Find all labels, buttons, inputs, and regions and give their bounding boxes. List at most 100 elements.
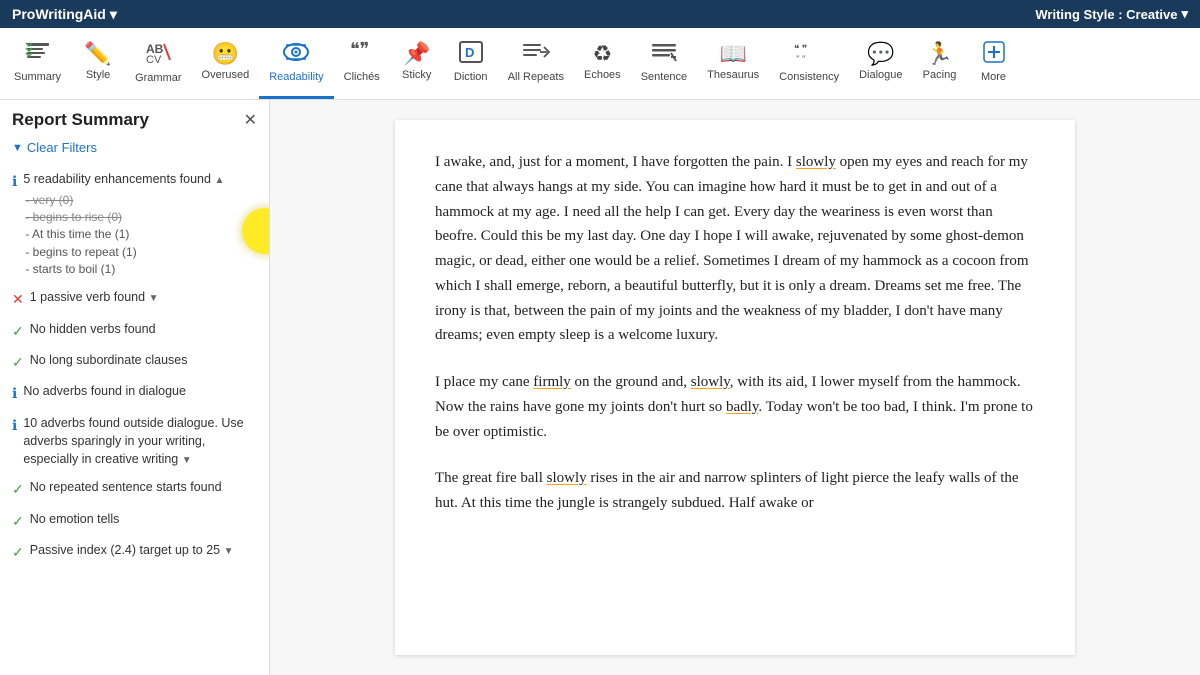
sticky-label: Sticky — [402, 69, 431, 81]
info-icon-adverbs-dialogue: ℹ — [12, 383, 17, 403]
sidebar-close-button[interactable]: ✕ — [244, 110, 257, 130]
subitem-begins-repeat: - begins to repeat (1) — [25, 244, 224, 261]
echoes-label: Echoes — [584, 69, 621, 81]
diction-label: Diction — [454, 71, 488, 83]
app-name-label: ProWritingAid — [12, 6, 106, 22]
error-icon-passive: ✕ — [12, 289, 24, 309]
toolbar-item-cliches[interactable]: ❝❞ Clichés — [334, 28, 390, 99]
readability-enhancements-subitems: - very (0) - begins to rise (0) - At thi… — [23, 192, 224, 279]
overused-label: Overused — [202, 69, 250, 81]
long-subordinate-text: No long subordinate clauses — [30, 351, 188, 369]
echoes-icon: ♻ — [592, 43, 612, 65]
toolbar-item-summary[interactable]: Summary — [4, 28, 71, 99]
main-area: Report Summary ✕ ▼ Clear Filters ℹ 5 rea… — [0, 100, 1200, 675]
sidebar-title: Report Summary — [12, 110, 149, 130]
passive-verb-dropdown[interactable]: ▼ — [149, 293, 159, 304]
report-item-passive-verb: ✕ 1 passive verb found ▼ — [0, 283, 269, 314]
toolbar-item-dialogue[interactable]: 💬 Dialogue — [849, 28, 912, 99]
subitem-at-this-time: - At this time the (1) — [25, 226, 224, 243]
more-label: More — [981, 71, 1006, 83]
thesaurus-icon: 📖 — [719, 43, 746, 65]
consistency-icon: ❝ ❞ " " — [794, 41, 824, 67]
paragraph-2: I place my cane firmly on the ground and… — [435, 370, 1035, 444]
toolbar-item-pacing[interactable]: 🏃 Pacing — [913, 28, 967, 99]
report-item-adverbs-outside: ℹ 10 adverbs found outside dialogue. Use… — [0, 409, 269, 474]
report-item-long-subordinate: ✓ No long subordinate clauses — [0, 346, 269, 377]
diction-icon: D — [458, 41, 484, 67]
toolbar-item-overused[interactable]: 😬 Overused — [192, 28, 260, 99]
toolbar: Summary ✏️ Style AB CV Grammar 😬 Overuse… — [0, 28, 1200, 100]
success-icon-subordinate: ✓ — [12, 352, 24, 372]
sentence-label: Sentence — [641, 71, 687, 83]
document-area[interactable]: I awake, and, just for a moment, I have … — [395, 120, 1075, 655]
pacing-icon: 🏃 — [926, 43, 953, 65]
toolbar-item-more[interactable]: More — [967, 28, 1021, 99]
toolbar-item-style[interactable]: ✏️ Style — [71, 28, 125, 99]
overused-icon: 😬 — [212, 43, 239, 65]
success-icon-passive-index: ✓ — [12, 542, 24, 562]
adverb-firmly: firmly — [533, 374, 571, 390]
style-label: Style — [86, 69, 110, 81]
more-icon — [983, 41, 1005, 67]
pacing-label: Pacing — [923, 69, 957, 81]
toolbar-item-echoes[interactable]: ♻ Echoes — [574, 28, 631, 99]
report-item-adverbs-dialogue: ℹ No adverbs found in dialogue — [0, 377, 269, 408]
writing-style-chevron: ▾ — [1181, 6, 1188, 22]
readability-enhancements-dropdown[interactable]: ▲ — [214, 175, 224, 186]
passive-index-dropdown[interactable]: ▼ — [224, 546, 234, 557]
toolbar-item-sticky[interactable]: 📌 Sticky — [390, 28, 444, 99]
adverb-slowly-3: slowly — [547, 470, 587, 486]
toolbar-item-diction[interactable]: D Diction — [444, 28, 498, 99]
content-area: I awake, and, just for a moment, I have … — [270, 100, 1200, 675]
paragraph-3: The great fire ball slowly rises in the … — [435, 466, 1035, 516]
filter-icon: ▼ — [12, 142, 23, 154]
passive-verb-text: 1 passive verb found — [30, 290, 149, 304]
paragraph-1: I awake, and, just for a moment, I have … — [435, 150, 1035, 348]
adverb-slowly-1: slowly — [796, 154, 836, 170]
subitem-very: - very (0) — [25, 192, 224, 209]
toolbar-item-sentence[interactable]: Sentence — [631, 28, 697, 99]
repeats-icon — [522, 41, 550, 67]
info-icon-adverbs-outside: ℹ — [12, 415, 17, 435]
success-icon-emotion-tells: ✓ — [12, 511, 24, 531]
repeats-label: All Repeats — [508, 71, 564, 83]
app-name[interactable]: ProWritingAid ▾ — [12, 6, 117, 23]
adverbs-outside-text: 10 adverbs found outside dialogue. Use a… — [23, 416, 243, 466]
success-icon-hidden-verbs: ✓ — [12, 321, 24, 341]
cliches-icon: ❝❞ — [350, 41, 374, 67]
sticky-icon: 📌 — [403, 43, 430, 65]
grammar-label: Grammar — [135, 72, 181, 84]
toolbar-item-consistency[interactable]: ❝ ❞ " " Consistency — [769, 28, 849, 99]
svg-text:" ": " " — [796, 54, 806, 63]
writing-style-label: Writing Style : Creative — [1035, 7, 1177, 22]
toolbar-item-grammar[interactable]: AB CV Grammar — [125, 28, 191, 99]
passive-index-text: Passive index (2.4) target up to 25 — [30, 543, 224, 557]
summary-label: Summary — [14, 71, 61, 83]
thesaurus-label: Thesaurus — [707, 69, 759, 81]
app-name-chevron: ▾ — [110, 6, 117, 23]
writing-style[interactable]: Writing Style : Creative ▾ — [1035, 6, 1188, 22]
readability-enhancements-text: 5 readability enhancements found — [23, 172, 214, 186]
sidebar-header: Report Summary ✕ — [0, 110, 269, 138]
toolbar-item-thesaurus[interactable]: 📖 Thesaurus — [697, 28, 769, 99]
cliches-label: Clichés — [344, 71, 380, 83]
report-item-passive-index: ✓ Passive index (2.4) target up to 25 ▼ — [0, 536, 269, 567]
hidden-verbs-text: No hidden verbs found — [30, 320, 156, 338]
readability-icon — [282, 41, 310, 67]
subitem-starts-boil: - starts to boil (1) — [25, 261, 224, 278]
subitem-begins-rise: - begins to rise (0) — [25, 209, 224, 226]
toolbar-item-readability[interactable]: Readability — [259, 28, 333, 99]
emotion-tells-text: No emotion tells — [30, 510, 120, 528]
info-icon: ℹ — [12, 171, 17, 191]
top-bar: ProWritingAid ▾ Writing Style : Creative… — [0, 0, 1200, 28]
sidebar: Report Summary ✕ ▼ Clear Filters ℹ 5 rea… — [0, 100, 270, 675]
success-icon-repeated-starts: ✓ — [12, 479, 24, 499]
dialogue-icon: 💬 — [867, 43, 894, 65]
clear-filters-label: Clear Filters — [27, 140, 97, 155]
toolbar-item-repeats[interactable]: All Repeats — [498, 28, 574, 99]
grammar-icon: AB CV — [144, 40, 172, 68]
clear-filters-link[interactable]: ▼ Clear Filters — [0, 138, 269, 165]
adverbs-outside-dropdown[interactable]: ▼ — [182, 455, 192, 466]
dialogue-label: Dialogue — [859, 69, 902, 81]
svg-text:❝❞: ❝❞ — [350, 41, 369, 59]
